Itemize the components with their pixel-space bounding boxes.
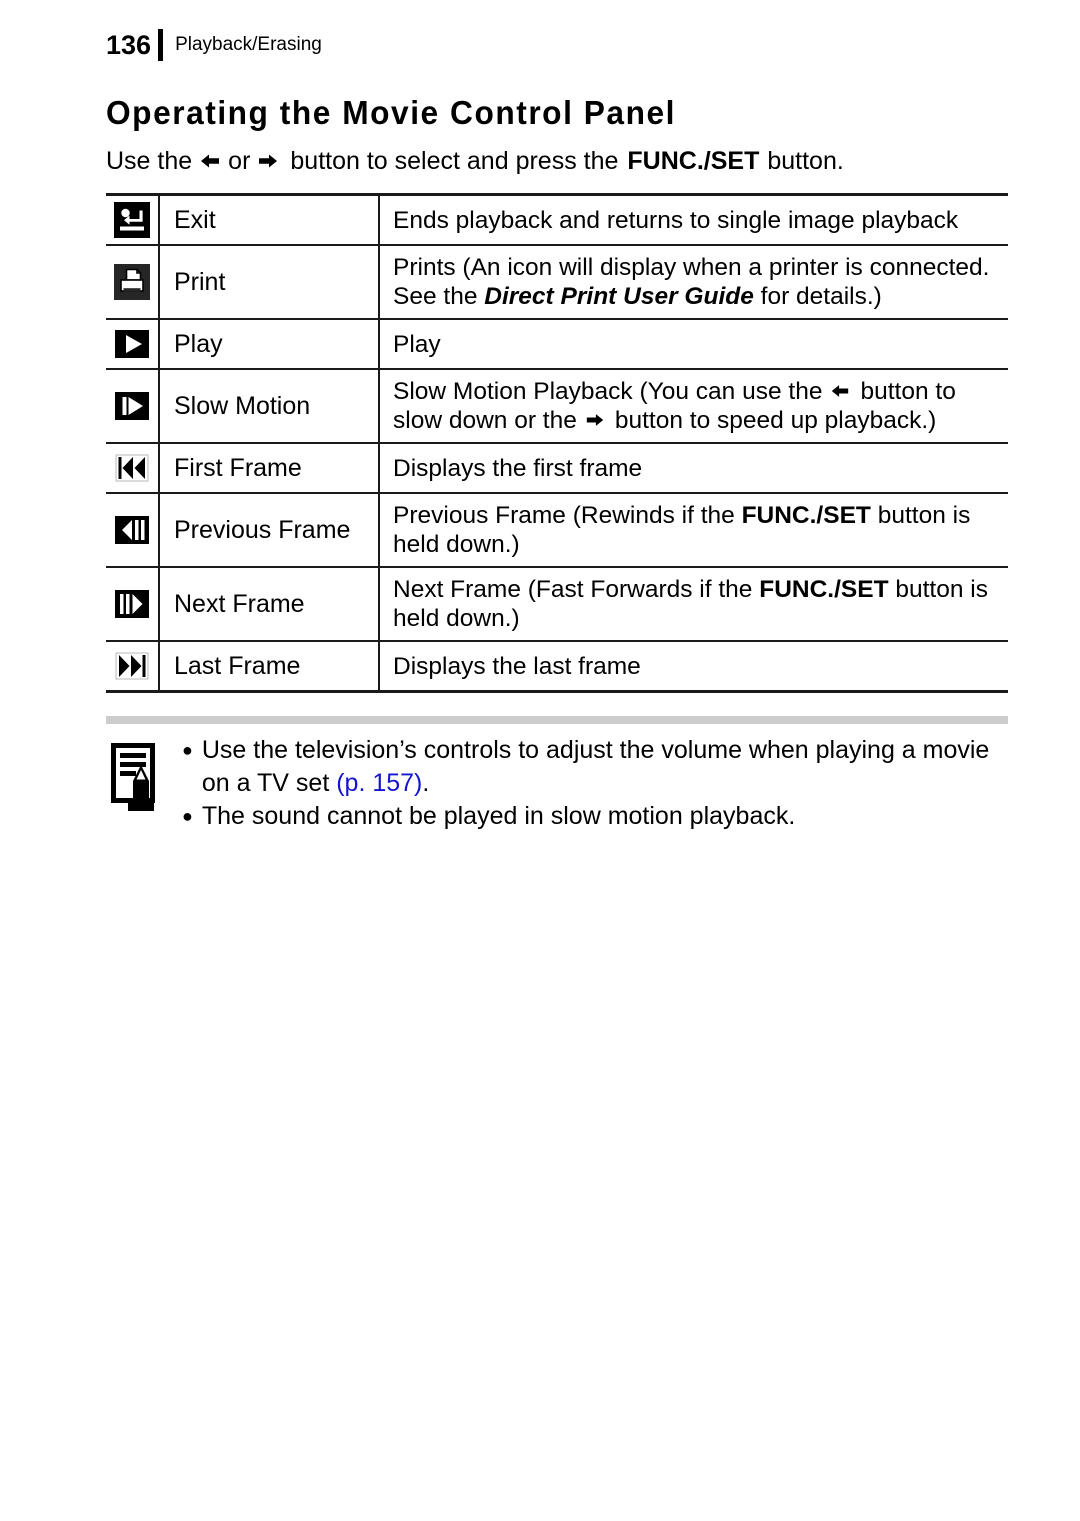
note-text-a: Use the television’s controls to adjust … <box>201 736 990 797</box>
intro-text-part4: button. <box>767 147 844 175</box>
next-desc-a: Next Frame (Fast Forwards if the <box>393 576 760 603</box>
header-divider <box>158 29 164 61</box>
row-icon-cell <box>106 492 160 568</box>
row-icon-cell <box>106 194 160 246</box>
row-desc-print: Prints (An icon will display when a prin… <box>379 244 1008 320</box>
table-row: Last Frame Displays the last frame <box>106 640 1008 692</box>
arrow-right-icon <box>257 150 279 172</box>
row-name-play: Play <box>159 318 380 370</box>
intro-instruction: Use the or button to select and press th… <box>106 146 844 176</box>
table-row: Previous Frame Previous Frame (Rewinds i… <box>106 492 1008 568</box>
table-row: Next Frame Next Frame (Fast Forwards if … <box>106 566 1008 642</box>
intro-text-part1: Use the <box>106 147 193 175</box>
note-items: ● Use the television’s controls to adjus… <box>170 734 1008 833</box>
page-reference-link[interactable]: (p. 157) <box>336 769 422 797</box>
row-name-print: Print <box>159 244 380 320</box>
bullet-icon: ● <box>182 740 193 760</box>
slow-desc-a: Slow Motion Playback (You can use the <box>393 378 823 405</box>
last-frame-icon <box>114 648 150 684</box>
intro-text-part3: button to select and press the <box>290 147 619 175</box>
header-section-label: Playback/Erasing <box>175 34 322 55</box>
print-desc-guide: Direct Print User Guide <box>484 283 754 310</box>
table-row: Print Prints (An icon will display when … <box>106 244 1008 320</box>
row-desc-last-frame: Displays the last frame <box>379 640 1008 692</box>
note-text-b: . <box>422 769 430 797</box>
arrow-right-icon <box>585 410 607 432</box>
section-divider <box>106 716 1008 724</box>
row-name-first-frame: First Frame <box>159 442 380 494</box>
row-desc-next-frame: Next Frame (Fast Forwards if the FUNC./S… <box>379 566 1008 642</box>
next-frame-icon <box>114 586 150 622</box>
arrow-left-icon <box>830 381 852 403</box>
memo-note-icon <box>106 734 170 814</box>
row-desc-first-frame: Displays the first frame <box>379 442 1008 494</box>
first-frame-icon <box>114 450 150 486</box>
print-icon <box>114 264 150 300</box>
prev-desc-funcset: FUNC./SET <box>741 502 871 529</box>
slow-desc-c: button to speed up playback.) <box>614 407 937 434</box>
intro-text-part2: or <box>228 147 251 175</box>
table-row: Play Play <box>106 318 1008 370</box>
note-text: The sound cannot be played in slow motio… <box>201 802 796 830</box>
play-icon <box>114 326 150 362</box>
row-name-next-frame: Next Frame <box>159 566 380 642</box>
row-desc-exit: Ends playback and returns to single imag… <box>379 194 1008 246</box>
page-header: 136 Playback/Erasing <box>106 28 322 62</box>
page-number: 136 <box>106 30 152 60</box>
row-desc-previous-frame: Previous Frame (Rewinds if the FUNC./SET… <box>379 492 1008 568</box>
row-desc-play: Play <box>379 318 1008 370</box>
previous-frame-icon <box>114 512 150 548</box>
row-name-exit: Exit <box>159 194 380 246</box>
row-name-last-frame: Last Frame <box>159 640 380 692</box>
row-icon-cell <box>106 318 160 370</box>
bullet-icon: ● <box>182 806 193 826</box>
note-text: Use the television’s controls to adjust … <box>202 734 1008 800</box>
slow-motion-icon <box>114 388 150 424</box>
next-desc-funcset: FUNC./SET <box>759 576 889 603</box>
movie-control-panel-table: Exit Ends playback and returns to single… <box>106 193 1008 693</box>
row-icon-cell <box>106 368 160 444</box>
row-icon-cell <box>106 442 160 494</box>
exit-return-icon <box>114 202 150 238</box>
intro-funcset-label: FUNC./SET <box>627 147 760 175</box>
page-title: Operating the Movie Control Panel <box>106 94 676 131</box>
list-item: ● Use the television’s controls to adjus… <box>182 734 1008 800</box>
row-desc-slow-motion: Slow Motion Playback (You can use the but… <box>379 368 1008 444</box>
arrow-left-icon <box>199 150 221 172</box>
list-item: ● The sound cannot be played in slow mot… <box>182 800 1008 833</box>
row-name-previous-frame: Previous Frame <box>159 492 380 568</box>
print-desc-b: for details.) <box>753 283 882 310</box>
note-block: ● Use the television’s controls to adjus… <box>106 734 1008 833</box>
row-icon-cell <box>106 244 160 320</box>
table-row: Exit Ends playback and returns to single… <box>106 194 1008 246</box>
prev-desc-a: Previous Frame (Rewinds if the <box>393 502 742 529</box>
row-name-slow-motion: Slow Motion <box>159 368 380 444</box>
table-row: Slow Motion Slow Motion Playback (You ca… <box>106 368 1008 444</box>
row-icon-cell <box>106 640 160 692</box>
table-row: First Frame Displays the first frame <box>106 442 1008 494</box>
row-icon-cell <box>106 566 160 642</box>
